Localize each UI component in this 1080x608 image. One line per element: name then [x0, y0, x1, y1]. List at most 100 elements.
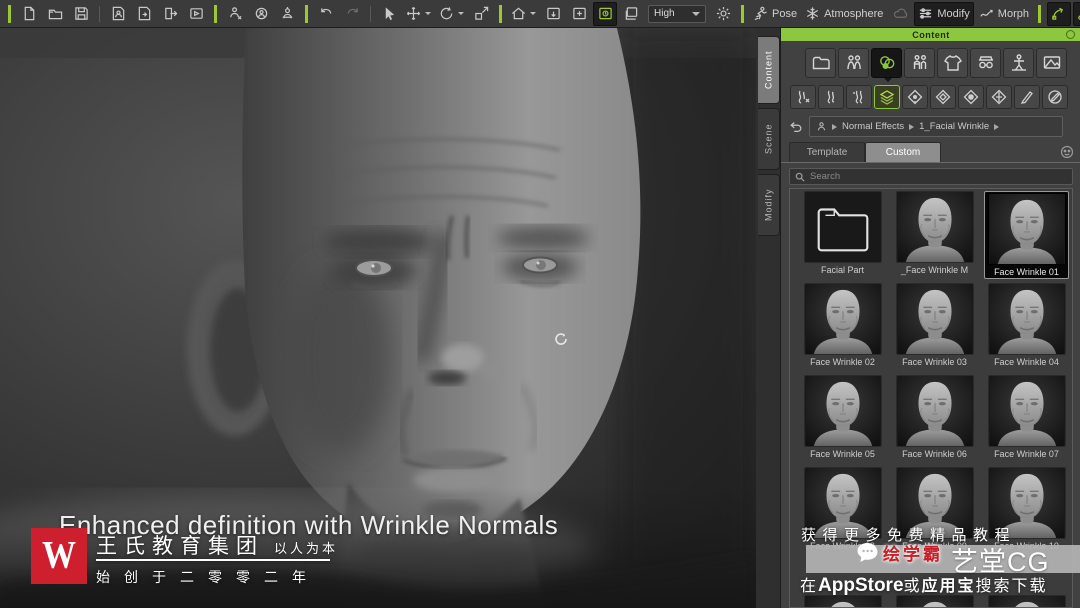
- atmosphere-label: Atmosphere: [824, 7, 884, 20]
- panel-side-tabs: Content Scene Modify: [756, 28, 780, 608]
- sphere-paint-icon[interactable]: [1042, 85, 1068, 109]
- save-project-button[interactable]: [69, 2, 93, 26]
- modify-label: Modify: [937, 7, 970, 20]
- tab-template[interactable]: Template: [789, 142, 865, 162]
- select-tool-button[interactable]: [377, 2, 401, 26]
- head-thumbnail: [895, 283, 974, 355]
- group-separator: [1037, 4, 1041, 23]
- asset-item[interactable]: _Face Wrinkle M: [892, 191, 977, 279]
- scale-tool-button[interactable]: [469, 2, 493, 26]
- tab-modify[interactable]: Modify: [758, 174, 780, 236]
- render-quality-value: High: [654, 8, 675, 19]
- gear-icon[interactable]: [1066, 30, 1075, 39]
- dock-add-button[interactable]: [567, 2, 591, 26]
- head-thumbnail: [895, 191, 974, 263]
- asset-item[interactable]: Face Wrinkle 04: [984, 283, 1069, 371]
- character-scan-button[interactable]: [249, 2, 273, 26]
- head-thumbnail: [987, 283, 1066, 355]
- open-project-button[interactable]: [43, 2, 67, 26]
- head-thumbnail: [987, 375, 1066, 447]
- back-button[interactable]: [787, 118, 805, 136]
- export-doc-button[interactable]: [132, 2, 156, 26]
- folder-icon: [803, 191, 882, 263]
- company-name: 王氏教育集团: [96, 535, 264, 558]
- breadcrumb-row: Normal Effects 1_Facial Wrinkle: [781, 116, 1080, 138]
- brand-divider: [96, 559, 330, 561]
- character-send-button[interactable]: [275, 2, 299, 26]
- asset-item[interactable]: Face Wrinkle 06: [892, 375, 977, 463]
- redo-button[interactable]: [340, 2, 364, 26]
- breadcrumb-current[interactable]: 1_Facial Wrinkle: [919, 121, 989, 132]
- new-file-button[interactable]: [17, 2, 41, 26]
- atmosphere-button[interactable]: Atmosphere: [802, 2, 886, 26]
- asset-item-folder[interactable]: Facial Part: [800, 191, 885, 279]
- modify-button[interactable]: Modify: [914, 1, 974, 26]
- pose-button[interactable]: Pose: [750, 2, 800, 26]
- diamond-mask-icon[interactable]: [902, 85, 928, 109]
- asset-item[interactable]: Face Wrinkle 05: [800, 375, 885, 463]
- edit-motion-button[interactable]: [1072, 1, 1080, 26]
- material-icon[interactable]: [871, 48, 902, 82]
- pen-edit-icon[interactable]: [1014, 85, 1040, 109]
- company-name-row: 王氏教育集团 以人为本: [96, 530, 338, 560]
- main-toolbar: High Pose Atmosphere Modify Morph InstaL…: [0, 0, 1080, 28]
- undo-button[interactable]: [314, 2, 338, 26]
- accessory-icon[interactable]: [970, 48, 1001, 78]
- head-thumbnail: [987, 193, 1066, 265]
- asset-item[interactable]: Face Wrinkle 02: [800, 283, 885, 371]
- panel-title: Content: [912, 29, 950, 40]
- company-slogan: 始创于二零零二年: [96, 569, 320, 585]
- wrinkle-a-icon[interactable]: [790, 85, 816, 109]
- dock-bottom-button[interactable]: [541, 2, 565, 26]
- app-window: High Pose Atmosphere Modify Morph InstaL…: [0, 0, 1080, 608]
- diamond-split-icon[interactable]: [986, 85, 1012, 109]
- template-custom-tabs: Template Custom: [781, 142, 1080, 163]
- edit-mesh-button[interactable]: [1046, 1, 1071, 26]
- morph-label: Morph: [997, 7, 1029, 20]
- tab-content[interactable]: Content: [758, 36, 780, 104]
- wrinkle-b-icon[interactable]: [818, 85, 844, 109]
- normal-layers-icon[interactable]: [874, 85, 900, 109]
- render-quality-select[interactable]: High: [648, 4, 706, 23]
- tab-custom[interactable]: Custom: [865, 142, 941, 162]
- divider: [99, 5, 100, 22]
- breadcrumb-arrow-icon: [994, 123, 1000, 130]
- home-view-button[interactable]: [508, 2, 539, 26]
- diamond-outline-icon[interactable]: [930, 85, 956, 109]
- search-input[interactable]: [810, 171, 1067, 182]
- asset-item[interactable]: Face Wrinkle 03: [892, 283, 977, 371]
- breadcrumb-arrow-icon: [832, 123, 837, 130]
- morph-button[interactable]: Morph: [976, 2, 1032, 26]
- character-pair-icon[interactable]: [838, 48, 869, 78]
- wrinkle-c-icon[interactable]: [846, 85, 872, 109]
- rotate-tool-button[interactable]: [436, 2, 467, 26]
- search-icon: [795, 172, 805, 182]
- dock-content-button[interactable]: [593, 1, 617, 26]
- head-thumbnail: [803, 283, 882, 355]
- dock-stack-button[interactable]: [619, 2, 643, 26]
- breadcrumb-root[interactable]: Normal Effects: [842, 121, 904, 132]
- group-separator: [214, 4, 217, 23]
- move-tool-button[interactable]: [403, 2, 434, 26]
- asset-item[interactable]: Face Wrinkle 07: [984, 375, 1069, 463]
- import-doc-button[interactable]: [106, 2, 130, 26]
- dressed-pair-icon[interactable]: [904, 48, 935, 78]
- export-content-button[interactable]: [158, 2, 182, 26]
- group-separator: [741, 4, 744, 23]
- preview-light-button[interactable]: [711, 2, 735, 26]
- stage-backdrop-icon[interactable]: [1036, 48, 1067, 78]
- asset-item-selected[interactable]: Face Wrinkle 01: [984, 191, 1069, 279]
- head-thumbnail: [895, 375, 974, 447]
- render-media-button[interactable]: [184, 2, 208, 26]
- cloth-icon[interactable]: [937, 48, 968, 78]
- chevron-down-icon: [692, 11, 700, 16]
- motion-figure-icon[interactable]: [1003, 48, 1034, 78]
- diamond-solid-icon[interactable]: [958, 85, 984, 109]
- promo-badge-text: 绘学霸: [883, 545, 943, 564]
- feedback-smiley-icon[interactable]: [1060, 145, 1074, 159]
- breadcrumb-arrow-icon: [909, 123, 915, 130]
- character-link-button[interactable]: [223, 2, 247, 26]
- project-folder-icon[interactable]: [805, 48, 836, 78]
- group-separator: [8, 4, 11, 23]
- tab-scene[interactable]: Scene: [758, 108, 780, 170]
